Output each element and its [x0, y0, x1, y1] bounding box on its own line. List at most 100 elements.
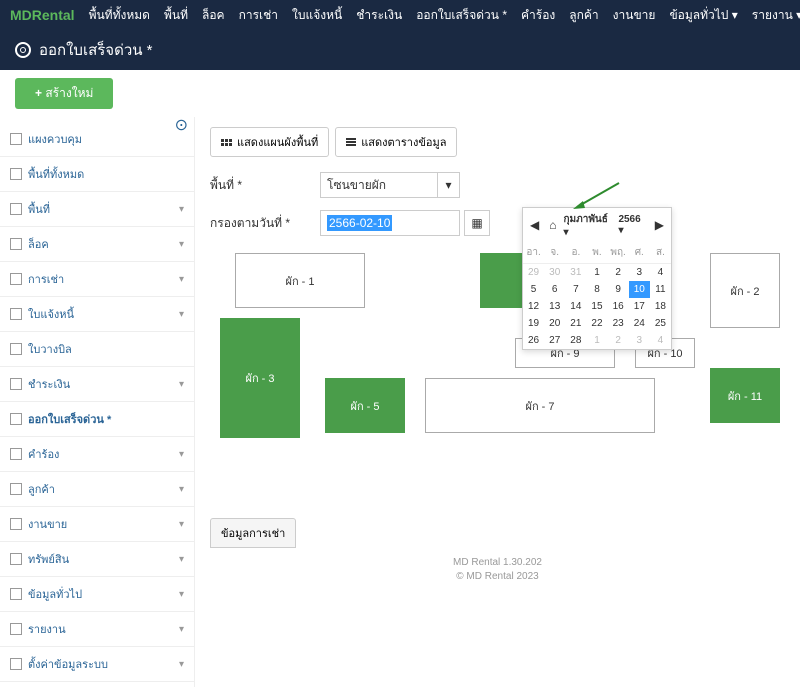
calendar-button[interactable]: ▦ [464, 210, 490, 236]
dp-day[interactable]: 4 [650, 332, 671, 349]
dp-day[interactable]: 21 [565, 315, 586, 332]
nav-item[interactable]: ลูกค้า [569, 6, 598, 25]
dp-day[interactable]: 8 [586, 281, 607, 298]
area-select[interactable]: โซนขายผัก ▾ [320, 172, 460, 198]
dp-day[interactable]: 24 [629, 315, 650, 332]
dp-year[interactable]: 2566 ▾ [618, 214, 647, 236]
folder-icon [10, 483, 22, 495]
dp-prev-icon[interactable]: ◀ [527, 218, 542, 232]
sidebar-item[interactable]: พื้นที่▾ [0, 192, 194, 227]
dp-day[interactable]: 2 [608, 332, 629, 349]
toolbar: สร้างใหม่ [0, 70, 800, 117]
dp-day[interactable]: 28 [565, 332, 586, 349]
nav-item[interactable]: ข้อมูลทั่วไป ▾ [669, 6, 737, 25]
dp-day[interactable]: 20 [544, 315, 565, 332]
dp-day[interactable]: 7 [565, 281, 586, 298]
dp-day[interactable]: 3 [629, 264, 650, 282]
sidebar-item[interactable]: การเช่า▾ [0, 262, 194, 297]
folder-icon [10, 343, 22, 355]
dp-day[interactable]: 23 [608, 315, 629, 332]
dp-day[interactable]: 18 [650, 298, 671, 315]
sidebar-item[interactable]: คำร้อง▾ [0, 437, 194, 472]
dp-day[interactable]: 27 [544, 332, 565, 349]
sidebar-item[interactable]: ตั้งค่าข้อมูลระบบ▾ [0, 647, 194, 682]
dp-day[interactable]: 11 [650, 281, 671, 298]
dp-day[interactable]: 16 [608, 298, 629, 315]
chevron-down-icon: ▾ [437, 173, 459, 197]
folder-icon [10, 308, 22, 320]
dp-day[interactable]: 14 [565, 298, 586, 315]
folder-icon [10, 378, 22, 390]
collapse-sidebar-icon[interactable]: ⊙ [175, 115, 188, 135]
lot[interactable]: ผัก - 1 [235, 253, 365, 308]
footer-copyright: MD Rental 1.30.202 © MD Rental 2023 [210, 556, 785, 584]
folder-icon [10, 413, 22, 425]
dp-next-icon[interactable]: ▶ [652, 218, 667, 232]
lot[interactable]: ผัก - 7 [425, 378, 655, 433]
sidebar-item[interactable]: รายงาน▾ [0, 612, 194, 647]
dp-day[interactable]: 2 [608, 264, 629, 282]
nav-item[interactable]: พื้นที่ [164, 6, 188, 25]
sidebar-item[interactable]: ทรัพย์สิน▾ [0, 542, 194, 577]
sidebar-item[interactable]: ใบแจ้งหนี้▾ [0, 297, 194, 332]
dp-day[interactable]: 5 [523, 281, 544, 298]
dp-day[interactable]: 17 [629, 298, 650, 315]
dp-day[interactable]: 26 [523, 332, 544, 349]
chevron-down-icon: ▾ [179, 274, 184, 285]
nav-item[interactable]: การเช่า [239, 6, 278, 25]
nav-item[interactable]: ล็อค [202, 6, 225, 25]
dp-day[interactable]: 9 [608, 281, 629, 298]
dp-day[interactable]: 31 [565, 264, 586, 282]
folder-icon [10, 448, 22, 460]
folder-icon [10, 658, 22, 670]
dp-month[interactable]: กุมภาพันธ์ ▾ [563, 212, 614, 238]
sidebar-item[interactable]: ข้อมูลทั่วไป▾ [0, 577, 194, 612]
dp-day[interactable]: 3 [629, 332, 650, 349]
chevron-down-icon: ▾ [179, 449, 184, 460]
nav-item[interactable]: ใบแจ้งหนี้ [292, 6, 342, 25]
nav-item[interactable]: รายงาน ▾ [752, 6, 800, 25]
tab-table[interactable]: แสดงตารางข้อมูล [335, 127, 457, 157]
sidebar: ⊙ แผงควบคุมพื้นที่ทั้งหมดพื้นที่▾ล็อค▾กา… [0, 117, 195, 687]
dp-day[interactable]: 4 [650, 264, 671, 282]
content-area: แสดงแผนผังพื้นที่ แสดงตารางข้อมูล พื้นที… [195, 117, 800, 687]
chevron-down-icon: ▾ [179, 659, 184, 670]
dp-day[interactable]: 10 [629, 281, 650, 298]
date-input[interactable]: 2566-02-10 [320, 210, 460, 236]
sidebar-item[interactable]: ลูกค้า▾ [0, 472, 194, 507]
sidebar-item[interactable]: ใบวางบิล [0, 332, 194, 367]
tab-rental-info[interactable]: ข้อมูลการเช่า [210, 518, 296, 548]
lot[interactable]: ผัก - 3 [220, 318, 300, 438]
nav-item[interactable]: พื้นที่ทั้งหมด [89, 6, 150, 25]
nav-item[interactable]: ออกใบเสร็จด่วน * [416, 6, 507, 25]
dp-day[interactable]: 19 [523, 315, 544, 332]
chevron-down-icon: ▾ [179, 379, 184, 390]
dp-day[interactable]: 29 [523, 264, 544, 282]
lot[interactable]: ผัก - 5 [325, 378, 405, 433]
sidebar-item[interactable]: ชำระเงิน▾ [0, 367, 194, 402]
nav-item[interactable]: งานขาย [613, 6, 656, 25]
dp-day[interactable]: 22 [586, 315, 607, 332]
chevron-down-icon: ▾ [179, 239, 184, 250]
nav-item[interactable]: ชำระเงิน [356, 6, 402, 25]
sidebar-item[interactable]: แผงควบคุม [0, 122, 194, 157]
dp-day[interactable]: 12 [523, 298, 544, 315]
sidebar-item[interactable]: พื้นที่ทั้งหมด [0, 157, 194, 192]
dp-day[interactable]: 1 [586, 332, 607, 349]
new-button[interactable]: สร้างใหม่ [15, 78, 113, 109]
dp-day[interactable]: 30 [544, 264, 565, 282]
sidebar-item[interactable]: ล็อค▾ [0, 227, 194, 262]
sidebar-item[interactable]: งานขาย▾ [0, 507, 194, 542]
tab-floorplan[interactable]: แสดงแผนผังพื้นที่ [210, 127, 329, 157]
nav-item[interactable]: คำร้อง [521, 6, 555, 25]
dp-day[interactable]: 1 [586, 264, 607, 282]
grid-icon [221, 139, 232, 146]
dp-day[interactable]: 25 [650, 315, 671, 332]
lot[interactable]: ผัก - 11 [710, 368, 780, 423]
lot[interactable]: ผัก - 2 [710, 253, 780, 328]
dp-day[interactable]: 6 [544, 281, 565, 298]
dp-day[interactable]: 15 [586, 298, 607, 315]
dp-day[interactable]: 13 [544, 298, 565, 315]
sidebar-item[interactable]: ออกใบเสร็จด่วน * [0, 402, 194, 437]
dp-home-icon[interactable]: ⌂ [546, 218, 559, 232]
